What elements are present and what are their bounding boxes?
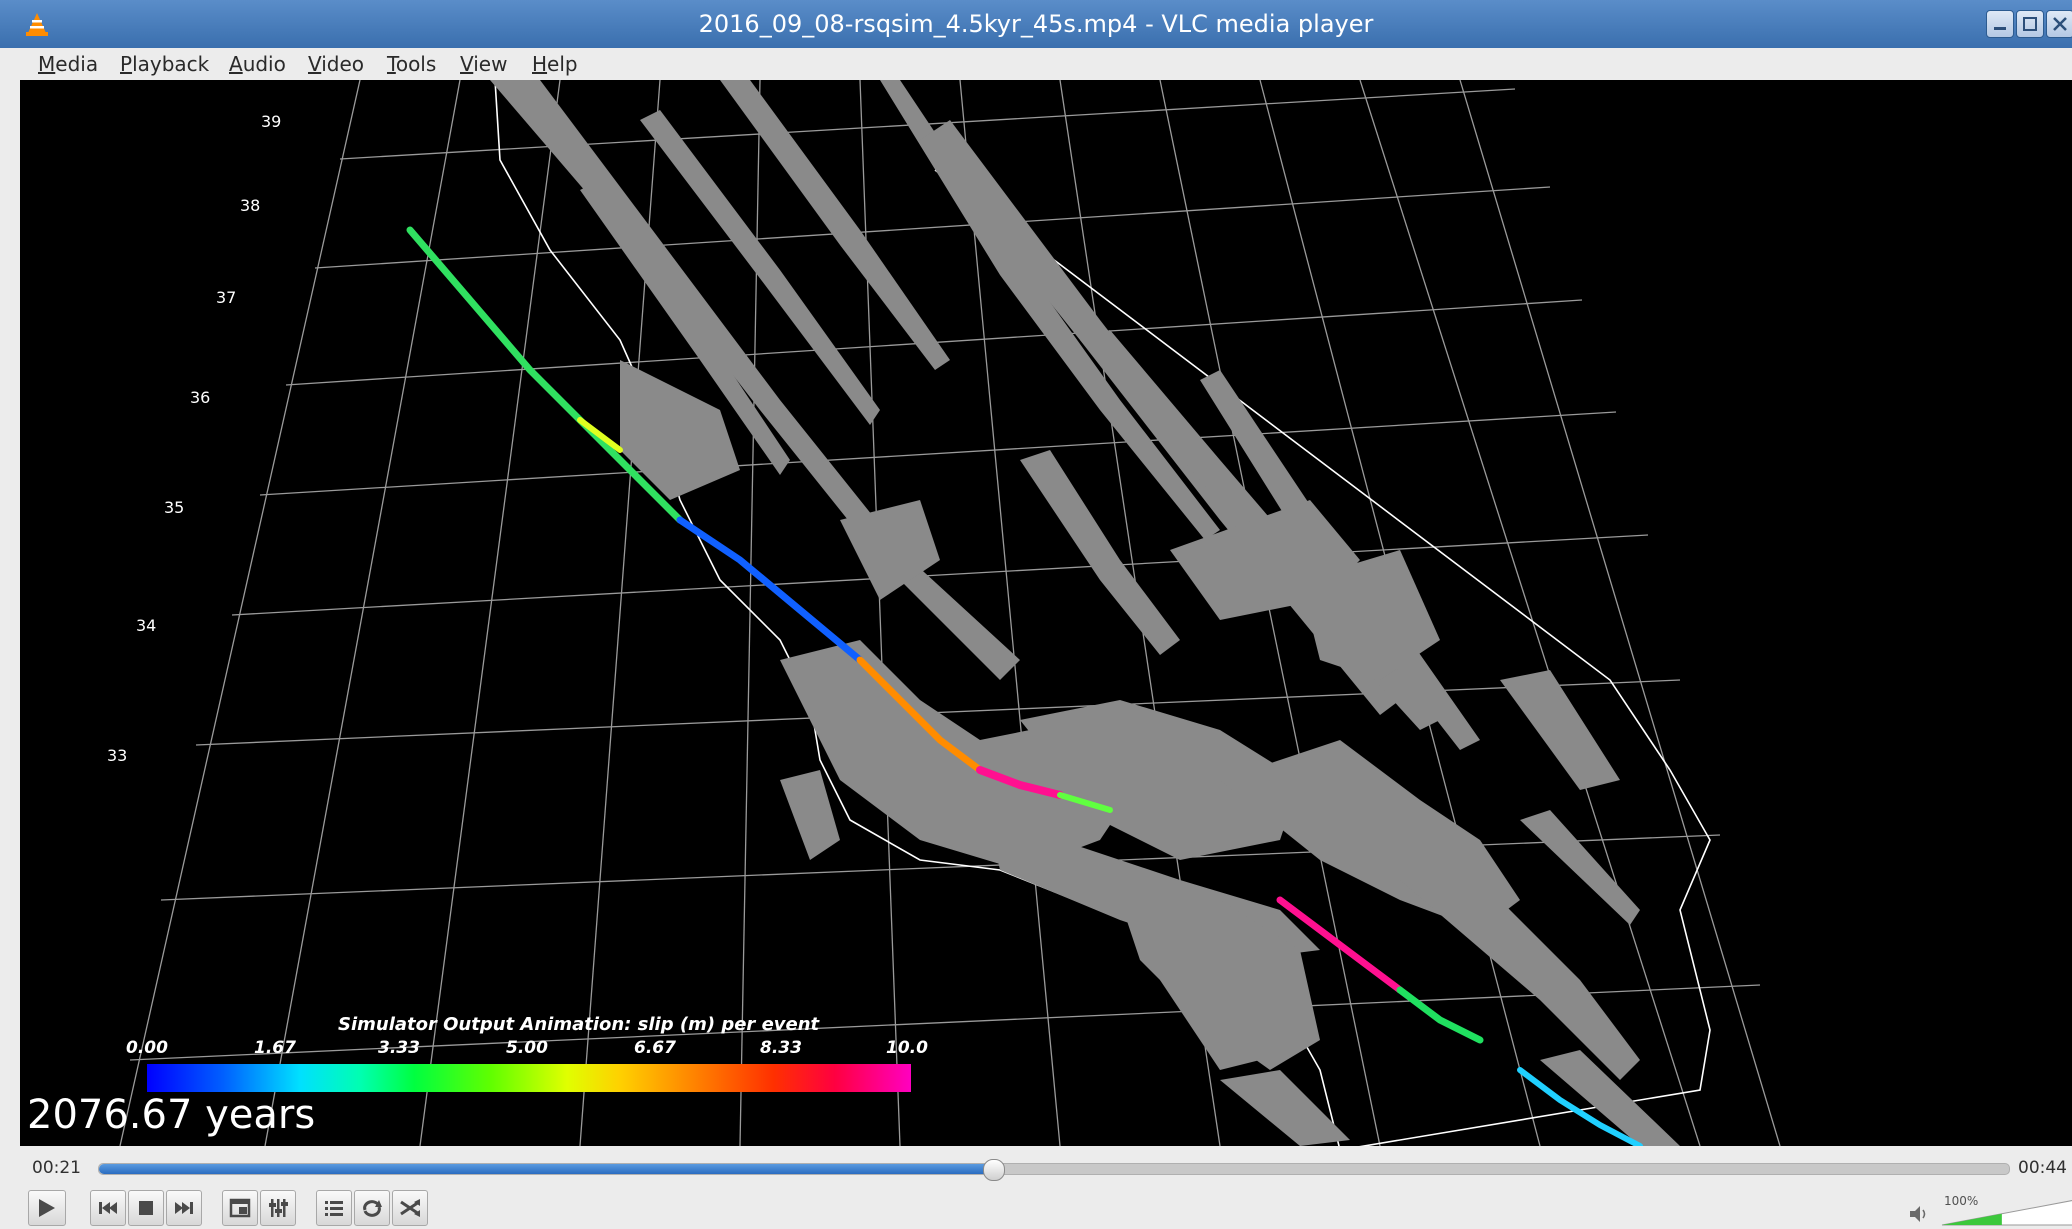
menu-video[interactable]: Video bbox=[308, 48, 364, 80]
menu-bar: Media Playback Audio Video Tools View He… bbox=[20, 48, 2072, 81]
latitude-label: 35 bbox=[164, 498, 185, 517]
playlist-button[interactable] bbox=[316, 1190, 352, 1226]
next-button[interactable] bbox=[166, 1190, 202, 1226]
window-title: 2016_09_08-rsqsim_4.5kyr_45s.mp4 - VLC m… bbox=[698, 10, 1374, 38]
playlist-icon bbox=[325, 1201, 343, 1216]
elapsed-time: 00:21 bbox=[32, 1158, 81, 1178]
latitude-label: 38 bbox=[240, 196, 261, 215]
previous-icon bbox=[99, 1202, 117, 1214]
fault-patches bbox=[490, 80, 1680, 1146]
shuffle-button[interactable] bbox=[392, 1190, 428, 1226]
previous-button[interactable] bbox=[90, 1190, 126, 1226]
minimize-button[interactable] bbox=[1986, 10, 2014, 38]
shuffle-icon bbox=[400, 1199, 420, 1217]
maximize-button[interactable] bbox=[2016, 10, 2044, 38]
colorbar-tick: 8.33 bbox=[760, 1038, 802, 1058]
playback-controls: 00:21 00:44 100% bbox=[20, 1146, 2072, 1229]
seek-progress bbox=[99, 1164, 993, 1174]
stop-button[interactable] bbox=[128, 1190, 164, 1226]
menu-media[interactable]: Media bbox=[38, 48, 98, 80]
menu-audio[interactable]: Audio bbox=[229, 48, 286, 80]
latitude-label: 34 bbox=[136, 616, 157, 635]
next-icon bbox=[175, 1202, 193, 1214]
fault-map-scene bbox=[119, 80, 1781, 1146]
vlc-window: 2016_09_08-rsqsim_4.5kyr_45s.mp4 - VLC m… bbox=[0, 0, 2072, 1229]
fullscreen-button[interactable] bbox=[222, 1190, 258, 1226]
simulation-time-overlay: 2076.67 years bbox=[27, 1092, 316, 1138]
speaker-icon[interactable] bbox=[1908, 1204, 1932, 1224]
menu-help[interactable]: Help bbox=[532, 48, 578, 80]
seek-handle[interactable] bbox=[982, 1159, 1005, 1181]
extended-settings-icon bbox=[269, 1199, 288, 1217]
window-frame-left bbox=[0, 48, 21, 1229]
play-button[interactable] bbox=[28, 1190, 66, 1226]
colorbar-tick: 1.67 bbox=[254, 1038, 296, 1058]
latitude-label: 39 bbox=[261, 112, 282, 131]
menu-playback[interactable]: Playback bbox=[120, 48, 209, 80]
colorbar-tick: 10.0 bbox=[886, 1038, 928, 1058]
loop-icon bbox=[363, 1200, 382, 1217]
colorbar-tick: 3.33 bbox=[378, 1038, 420, 1058]
colorbar-title: Simulator Output Animation: slip (m) per… bbox=[338, 1014, 820, 1035]
maximize-icon bbox=[2023, 17, 2037, 31]
menu-view[interactable]: View bbox=[460, 48, 507, 80]
colorbar-tick: 0.00 bbox=[126, 1038, 168, 1058]
total-time: 00:44 bbox=[2018, 1158, 2067, 1178]
latitude-label: 37 bbox=[216, 288, 237, 307]
close-button[interactable] bbox=[2046, 10, 2072, 38]
seek-slider[interactable] bbox=[98, 1159, 2010, 1181]
extended-settings-button[interactable] bbox=[260, 1190, 296, 1226]
slip-colorbar bbox=[147, 1064, 911, 1092]
title-bar[interactable]: 2016_09_08-rsqsim_4.5kyr_45s.mp4 - VLC m… bbox=[0, 0, 2072, 49]
close-icon bbox=[2053, 17, 2067, 31]
volume-slider[interactable] bbox=[1940, 1198, 2072, 1226]
latitude-label: 36 bbox=[190, 388, 211, 407]
minimize-icon bbox=[1994, 27, 2006, 30]
latitude-label: 33 bbox=[107, 746, 128, 765]
fullscreen-icon bbox=[229, 1198, 251, 1218]
colorbar-tick: 6.67 bbox=[634, 1038, 676, 1058]
menu-tools[interactable]: Tools bbox=[387, 48, 436, 80]
stop-icon bbox=[139, 1201, 153, 1215]
loop-button[interactable] bbox=[354, 1190, 390, 1226]
slip-rupture bbox=[406, 226, 1643, 1146]
colorbar-tick: 5.00 bbox=[506, 1038, 548, 1058]
video-area[interactable]: 39 38 37 36 35 34 33 Simulator Output An… bbox=[20, 80, 2072, 1146]
play-icon bbox=[39, 1199, 55, 1217]
